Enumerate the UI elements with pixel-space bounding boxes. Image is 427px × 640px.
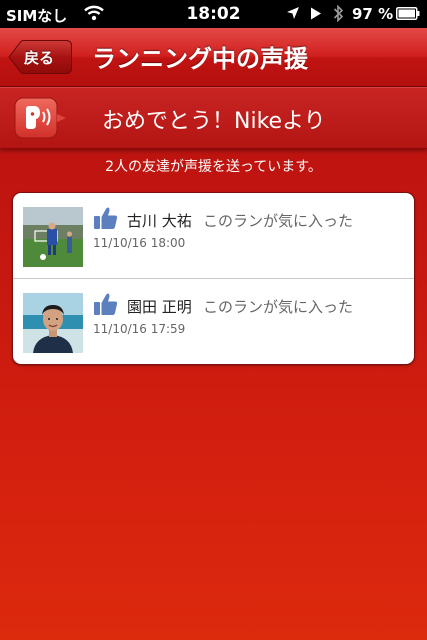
status-bar: SIMなし 18:02 97 % (0, 0, 427, 28)
back-button[interactable]: 戻る (8, 40, 72, 74)
like-icon (94, 293, 118, 315)
avatar (23, 293, 83, 353)
battery-percent: 97 % (352, 5, 394, 23)
speech-icon (14, 97, 66, 139)
navigation-bar: 戻る ランニング中の声援 (0, 28, 427, 87)
timestamp: 11/10/16 18:00 (93, 236, 186, 250)
back-button-label: 戻る (24, 49, 55, 67)
cheer-message: おめでとう！Nikeより (102, 109, 326, 134)
cheer-text: このランが気に入った (203, 298, 354, 316)
timestamp: 11/10/16 17:59 (93, 322, 186, 336)
page-title: ランニング中の声援 (92, 45, 308, 73)
battery-icon (396, 7, 420, 20)
cheer-text: このランが気に入った (203, 212, 354, 230)
friend-name: 園田 正明 (127, 298, 192, 316)
avatar (23, 207, 83, 267)
cheer-list: 古川 大祐 このランが気に入った 11/10/16 18:00 園田 正明 この… (12, 192, 415, 365)
cheer-banner: おめでとう！Nikeより (0, 87, 427, 149)
bluetooth-icon (333, 4, 344, 23)
like-icon (94, 207, 118, 229)
list-item[interactable]: 古川 大祐 このランが気に入った 11/10/16 18:00 (13, 193, 414, 278)
play-icon (311, 7, 321, 20)
location-icon (287, 7, 299, 19)
friend-name: 古川 大祐 (127, 212, 192, 230)
friends-count-label: 2人の友達が声援を送っています。 (105, 159, 322, 175)
list-item[interactable]: 園田 正明 このランが気に入った 11/10/16 17:59 (13, 279, 414, 364)
